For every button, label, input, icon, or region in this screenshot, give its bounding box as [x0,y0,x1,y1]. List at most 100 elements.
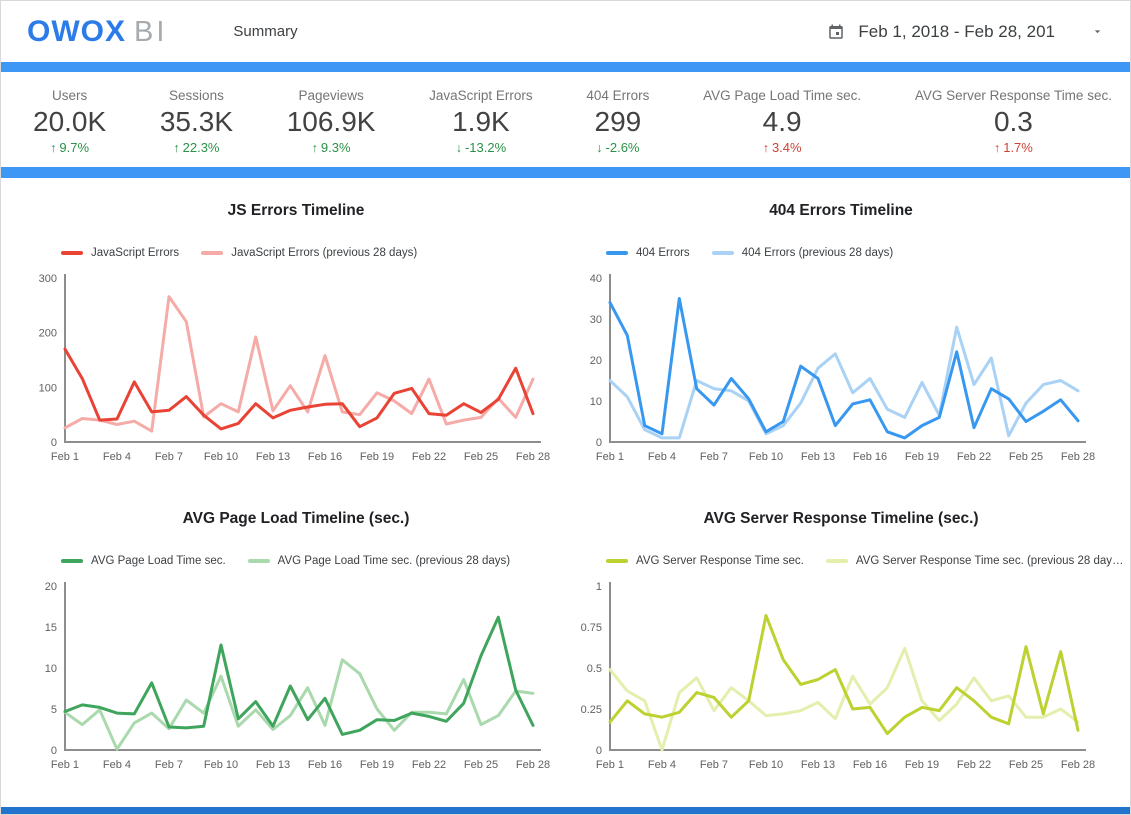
trend-up-icon: ↑ [173,141,179,155]
x-axis-tick-label: Feb 25 [1009,759,1043,771]
x-axis-tick-label: Feb 1 [596,759,624,771]
x-axis-tick-label: Feb 25 [464,759,498,771]
legend-label: AVG Page Load Time sec. (previous 28 day… [278,555,510,567]
x-axis-tick-label: Feb 13 [801,451,835,463]
series-line [610,327,1078,438]
chart-legend: JavaScript ErrorsJavaScript Errors (prev… [61,246,561,260]
x-axis-tick-label: Feb 10 [204,759,238,771]
scorecard-row: Users20.0K↑9.7%Sessions35.3K↑22.3%Pagevi… [1,72,1130,167]
chart-plot-area[interactable]: 010203040Feb 1Feb 4Feb 7Feb 10Feb 13Feb … [576,268,1106,466]
x-axis-tick-label: Feb 1 [51,451,79,463]
x-axis-tick-label: Feb 19 [360,451,394,463]
scorecard-value: 106.9K [287,106,376,138]
y-axis-tick-label: 10 [590,396,602,408]
series-line [65,617,533,734]
y-axis-tick-label: 30 [590,314,602,326]
scorecard-label: JavaScript Errors [429,88,533,103]
y-axis-tick-label: 0 [51,437,57,449]
legend-item: AVG Server Response Time sec. (previous … [826,555,1124,567]
legend-label: AVG Server Response Time sec. (previous … [856,555,1124,567]
x-axis-tick-label: Feb 28 [1061,759,1095,771]
y-axis-tick-label: 20 [590,355,602,367]
legend-item: 404 Errors (previous 28 days) [712,247,893,259]
x-axis-tick-label: Feb 25 [464,451,498,463]
x-axis-tick-label: Feb 22 [412,759,446,771]
legend-item: JavaScript Errors [61,247,179,259]
chart-title: 404 Errors Timeline [576,202,1106,220]
y-axis-tick-label: 15 [45,622,57,634]
series-line [65,349,533,429]
scorecard-delta-value: 22.3% [183,140,220,155]
scorecard-delta-value: -2.6% [606,140,640,155]
scorecard-avg-server-response-time-sec-: AVG Server Response Time sec.0.3↑1.7% [915,88,1112,155]
y-axis-tick-label: 0 [51,745,57,757]
x-axis-tick-label: Feb 7 [700,759,728,771]
x-axis-tick-label: Feb 22 [412,451,446,463]
y-axis-tick-label: 1 [596,581,602,593]
y-axis-tick-label: 300 [39,273,57,285]
trend-down-icon: ↓ [456,141,462,155]
legend-item: AVG Page Load Time sec. (previous 28 day… [248,555,510,567]
legend-swatch [712,251,734,255]
x-axis-tick-label: Feb 4 [103,451,131,463]
chart-legend: AVG Server Response Time sec.AVG Server … [606,554,1106,568]
series-line [610,616,1078,734]
scorecard-delta: ↑9.3% [287,140,376,155]
legend-label: AVG Page Load Time sec. [91,555,226,567]
x-axis-tick-label: Feb 4 [648,451,676,463]
scorecard-delta: ↑ 22.3% [160,140,233,155]
chart-plot-area[interactable]: 0100200300Feb 1Feb 4Feb 7Feb 10Feb 13Feb… [31,268,561,466]
series-line [65,297,533,432]
y-axis-tick-label: 200 [39,328,57,340]
y-axis-tick-label: 5 [51,704,57,716]
scorecard-delta: ↓ -2.6% [586,140,649,155]
app-header: OWOX BI Summary Feb 1, 2018 - Feb 28, 20… [1,1,1130,62]
x-axis-tick-label: Feb 10 [749,759,783,771]
legend-label: AVG Server Response Time sec. [636,555,804,567]
y-axis-tick-label: 10 [45,663,57,675]
y-axis-tick-label: 0 [596,437,602,449]
scorecard-delta-value: 1.7% [1003,140,1033,155]
scorecard-delta: ↓-13.2% [429,140,533,155]
x-axis-tick-label: Feb 16 [308,451,342,463]
scorecard-label: AVG Page Load Time sec. [703,88,861,103]
y-axis-tick-label: 40 [590,273,602,285]
scorecard-delta-value: 3.4% [772,140,802,155]
x-axis-tick-label: Feb 28 [516,759,550,771]
y-axis-tick-label: 0 [596,745,602,757]
legend-swatch [61,559,83,563]
x-axis-tick-label: Feb 10 [749,451,783,463]
scorecard-users: Users20.0K↑9.7% [33,88,106,155]
divider-bar-middle [1,167,1130,178]
scorecard-value: 0.3 [915,106,1112,138]
scorecard-delta-value: -13.2% [465,140,506,155]
trend-down-icon: ↓ [596,141,602,155]
chart-plot-area[interactable]: 00.250.50.751Feb 1Feb 4Feb 7Feb 10Feb 13… [576,576,1106,774]
series-line [610,648,1078,750]
trend-up-icon: ↑ [50,141,56,155]
legend-swatch [201,251,223,255]
scorecard-sessions: Sessions35.3K↑22.3% [160,88,233,155]
dashboard-page: OWOX BI Summary Feb 1, 2018 - Feb 28, 20… [0,0,1131,815]
x-axis-tick-label: Feb 13 [256,451,290,463]
x-axis-tick-label: Feb 13 [801,759,835,771]
scorecard-delta: ↑3.4% [703,140,861,155]
chart-404-errors-timeline: 404 Errors Timeline404 Errors404 Errors … [576,194,1106,466]
y-axis-tick-label: 0.25 [581,704,602,716]
trend-up-icon: ↑ [763,141,769,155]
x-axis-tick-label: Feb 16 [308,759,342,771]
date-range-picker[interactable]: Feb 1, 2018 - Feb 28, 201 [827,22,1104,42]
chart-plot-area[interactable]: 05101520Feb 1Feb 4Feb 7Feb 10Feb 13Feb 1… [31,576,561,774]
y-axis-tick-label: 20 [45,581,57,593]
logo-text-bi: BI [134,16,167,49]
y-axis-tick-label: 0.75 [581,622,602,634]
series-line [610,299,1078,438]
trend-up-icon: ↑ [312,141,318,155]
scorecard-delta-value: 9.3% [321,140,351,155]
x-axis-tick-label: Feb 22 [957,451,991,463]
logo-text-owox: OWOX [27,15,126,49]
legend-swatch [826,559,848,563]
legend-label: JavaScript Errors [91,247,179,259]
scorecard-delta-value: 9.7% [59,140,89,155]
x-axis-tick-label: Feb 19 [360,759,394,771]
